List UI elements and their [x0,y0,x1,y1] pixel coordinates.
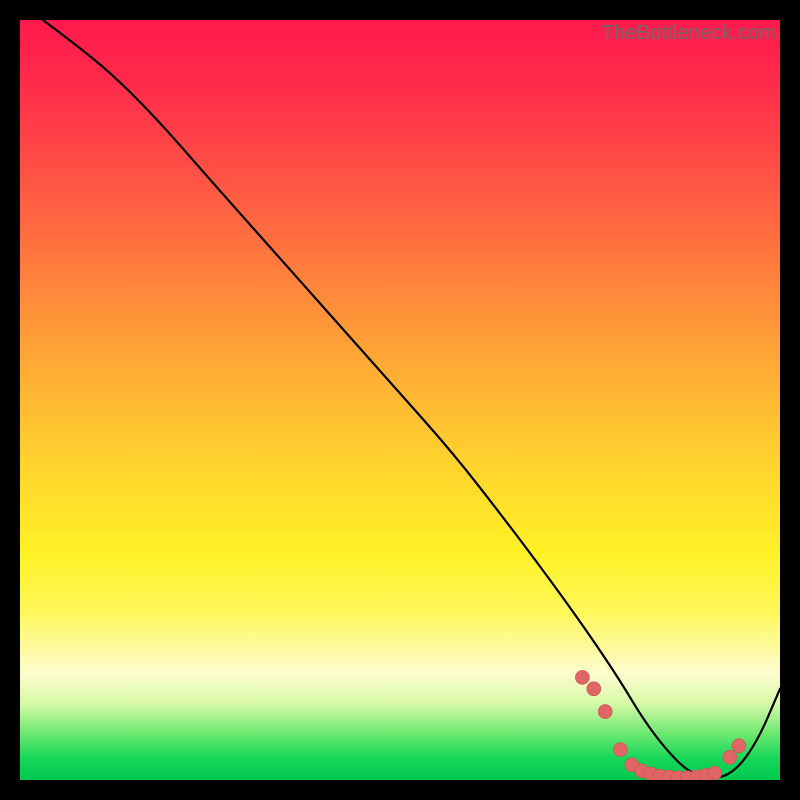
data-point [587,682,601,696]
data-point [723,750,737,764]
plot-area: TheBottleneck.com [20,20,780,780]
chart-frame: TheBottleneck.com [0,0,800,800]
bottleneck-curve [43,20,780,778]
data-point [613,743,627,757]
data-point [708,766,722,780]
data-point [598,705,612,719]
data-point [575,670,589,684]
marker-group [575,670,746,780]
curve-svg [20,20,780,780]
data-point [732,739,746,753]
